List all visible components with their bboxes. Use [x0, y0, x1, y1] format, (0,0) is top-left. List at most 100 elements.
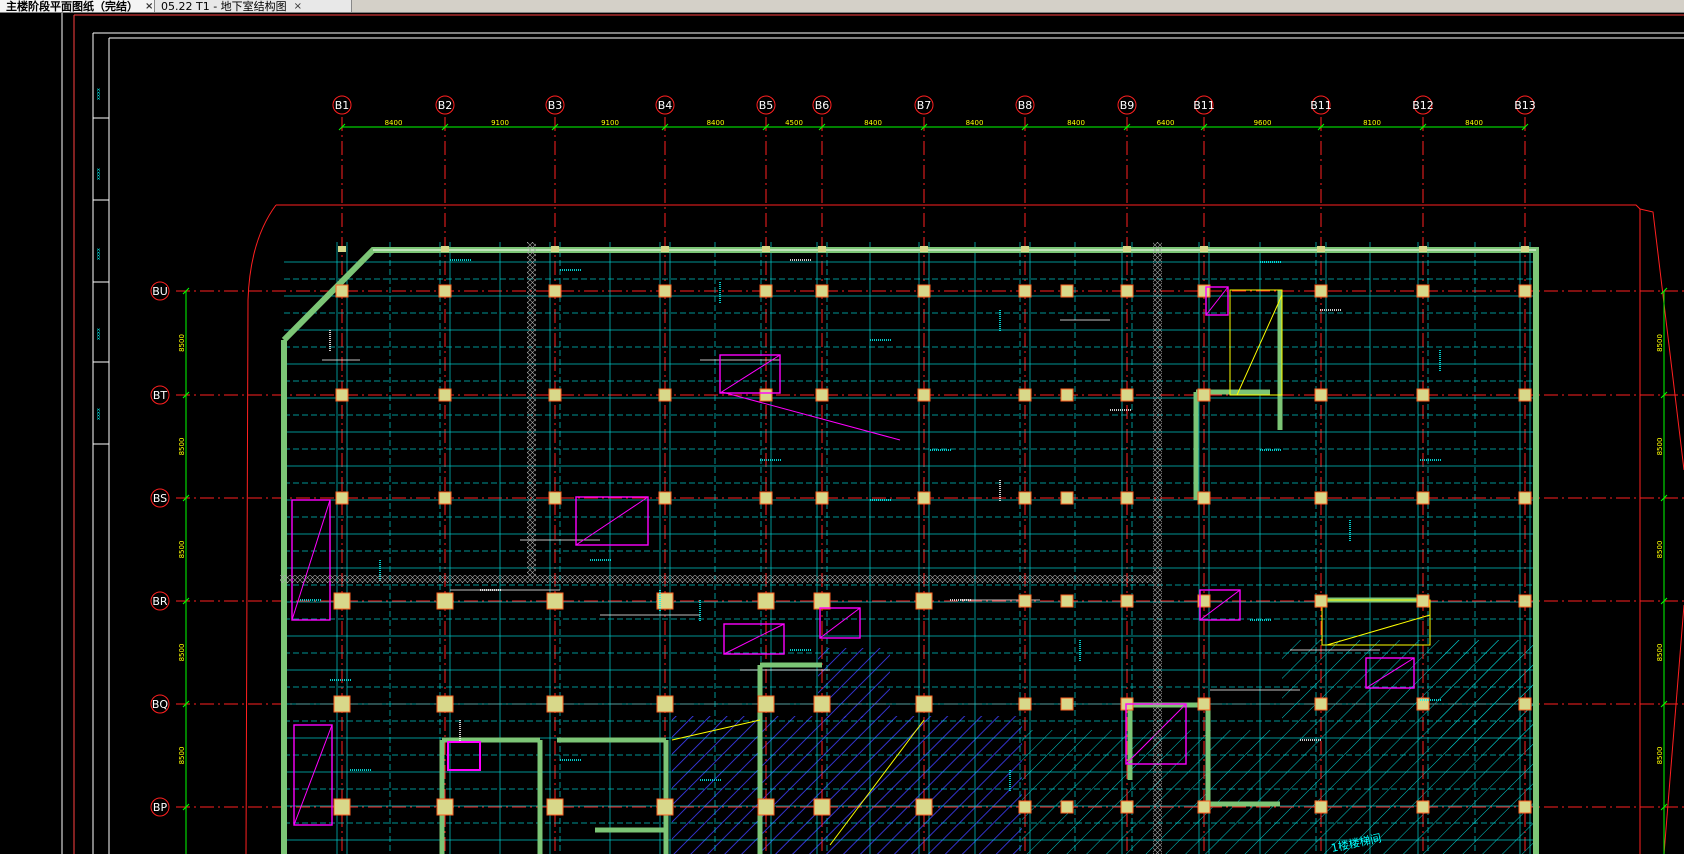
column	[917, 491, 931, 505]
column	[1200, 246, 1208, 252]
stair-outline	[1229, 289, 1283, 396]
column	[917, 284, 931, 298]
column-spacing-label: 6400	[1157, 119, 1175, 127]
column-axis-label: B1	[335, 99, 350, 112]
svg-text:xxxx: xxxx	[96, 248, 102, 260]
column-axis-label: B3	[548, 99, 563, 112]
column-spacing-label: 8400	[864, 119, 882, 127]
stair-outline	[1321, 599, 1431, 646]
column	[920, 246, 928, 252]
column	[1197, 491, 1211, 505]
row-spacing-label: 8500	[178, 747, 186, 765]
column-spacing-label: 9600	[1254, 119, 1272, 127]
svg-text:xxxx: xxxx	[96, 88, 102, 100]
column-spacing-label: 8100	[1363, 119, 1381, 127]
column	[436, 592, 454, 610]
hatched-regions	[672, 640, 1536, 854]
column	[1518, 284, 1532, 298]
tab-label: 主楼阶段平面图纸（完结）	[6, 0, 138, 12]
column	[436, 798, 454, 816]
column	[1060, 697, 1074, 711]
column	[658, 491, 672, 505]
column	[1060, 594, 1074, 608]
column	[1018, 697, 1032, 711]
column	[759, 491, 773, 505]
column	[1120, 284, 1134, 298]
column	[546, 798, 564, 816]
column	[1120, 491, 1134, 505]
column-axis-label: B4	[658, 99, 673, 112]
column	[757, 592, 775, 610]
column-axis-label: B2	[438, 99, 453, 112]
column	[548, 388, 562, 402]
column	[1416, 800, 1430, 814]
document-tab-active[interactable]: 主楼阶段平面图纸（完结） ×	[0, 0, 155, 12]
column	[1018, 800, 1032, 814]
column	[1416, 594, 1430, 608]
column	[438, 491, 452, 505]
column	[1197, 800, 1211, 814]
svg-text:xxxx: xxxx	[96, 408, 102, 420]
column	[762, 246, 770, 252]
column	[1018, 594, 1032, 608]
column	[436, 695, 454, 713]
column	[1518, 594, 1532, 608]
column	[1018, 284, 1032, 298]
column	[757, 798, 775, 816]
column	[656, 695, 674, 713]
column	[1416, 284, 1430, 298]
cad-drawing-canvas[interactable]: B1 B2 B3 B4 B5 B6 B7 B8 B9 B11 B11 B12 B13 8400 9100 91…	[0, 13, 1684, 854]
column	[815, 388, 829, 402]
column-spacing-label: 8400	[966, 119, 984, 127]
column	[759, 284, 773, 298]
column	[1021, 246, 1029, 252]
row-spacing-label: 8500	[178, 334, 186, 352]
column	[1416, 388, 1430, 402]
column-spacing-label: 4500	[785, 119, 803, 127]
column	[1314, 388, 1328, 402]
row-spacing-label: 8500	[178, 644, 186, 662]
svg-text:xxxx: xxxx	[96, 328, 102, 340]
column	[551, 246, 559, 252]
column	[1060, 388, 1074, 402]
column	[1317, 246, 1325, 252]
column-axis-label: B9	[1120, 99, 1135, 112]
svg-text:xxxx: xxxx	[96, 168, 102, 180]
column-axis-label: B6	[815, 99, 830, 112]
column	[1314, 697, 1328, 711]
column-spacing-label: 9100	[601, 119, 619, 127]
column	[1120, 594, 1134, 608]
row-spacing-label: 8500	[1656, 438, 1664, 456]
column	[813, 592, 831, 610]
title-block-strip: xxxx xxxx xxxx xxxx xxxx	[96, 88, 102, 420]
column-spacing-label: 9100	[491, 119, 509, 127]
row-axis-label: BT	[153, 389, 168, 402]
column	[1314, 594, 1328, 608]
column	[1060, 284, 1074, 298]
column	[1123, 246, 1131, 252]
column	[1314, 284, 1328, 298]
column	[438, 388, 452, 402]
column-spacing-label: 8400	[707, 119, 725, 127]
document-tab[interactable]: 05.22 T1 - 地下室结构图 ×	[155, 0, 352, 12]
document-tab-bar: 主楼阶段平面图纸（完结） × 05.22 T1 - 地下室结构图 ×	[0, 0, 1684, 13]
column	[757, 695, 775, 713]
column	[815, 491, 829, 505]
row-axis-label: BQ	[152, 698, 169, 711]
row-axis-label: BR	[152, 595, 168, 608]
opening-diagonal	[721, 391, 901, 441]
column	[441, 246, 449, 252]
column-axis-label: B13	[1514, 99, 1536, 112]
column-axis-label: B8	[1018, 99, 1033, 112]
annotation-line	[1236, 294, 1283, 396]
opening-diagonal	[819, 607, 861, 639]
opening-diagonal	[723, 623, 785, 655]
column	[333, 592, 351, 610]
column	[658, 388, 672, 402]
column	[546, 592, 564, 610]
column	[1120, 800, 1134, 814]
close-tab-icon[interactable]: ×	[291, 1, 305, 12]
slab-opening	[447, 741, 481, 771]
column	[1120, 388, 1134, 402]
close-tab-icon[interactable]: ×	[142, 1, 154, 12]
